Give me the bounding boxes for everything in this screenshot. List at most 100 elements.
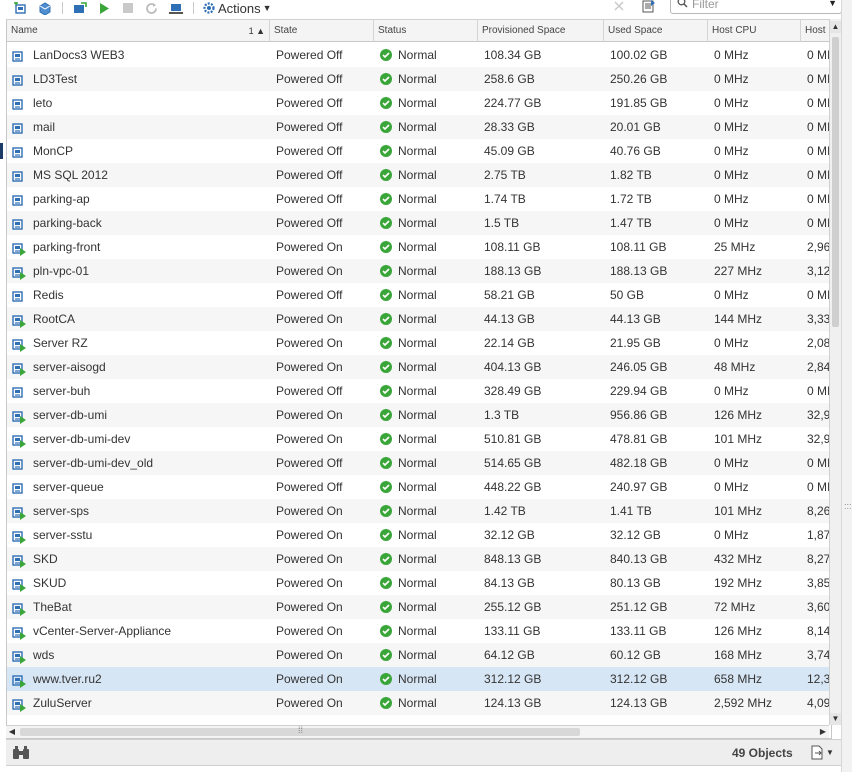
- vm-name-cell[interactable]: LD3Test: [7, 67, 270, 91]
- column-header-host-cpu[interactable]: Host CPU: [708, 20, 801, 42]
- vm-name-cell[interactable]: parking-back: [7, 211, 270, 235]
- vm-name-cell[interactable]: Redis: [7, 283, 270, 307]
- vm-name-cell[interactable]: mail: [7, 115, 270, 139]
- vm-name-cell[interactable]: SKD: [7, 547, 270, 571]
- column-header-used-space[interactable]: Used Space: [604, 20, 708, 42]
- vm-name-cell[interactable]: server-db-umi-dev_old: [7, 451, 270, 475]
- table-row[interactable]: server-sps Powered On Normal 1.42 TB 1.41 TB…: [7, 499, 831, 523]
- vm-name-cell[interactable]: parking-ap: [7, 187, 270, 211]
- vm-name-cell[interactable]: leto: [7, 91, 270, 115]
- provisioned-space: 32.12 GB: [484, 528, 535, 542]
- vm-name-cell[interactable]: server-sps: [7, 499, 270, 523]
- table-row[interactable]: Server RZ Powered On Normal 22.14 GB 21.95 G…: [7, 331, 831, 355]
- splitter-grip-icon[interactable]: :::: [844, 502, 852, 523]
- vm-name-cell[interactable]: RootCA: [7, 307, 270, 331]
- table-row[interactable]: server-db-umi Powered On Normal 1.3 TB 956.8…: [7, 403, 831, 427]
- filter-dropdown-icon[interactable]: ▼: [828, 0, 837, 8]
- export-button[interactable]: ▼: [810, 745, 834, 760]
- vertical-scroll-thumb[interactable]: [832, 37, 839, 327]
- table-row[interactable]: MonCP Powered Off Normal 45.09 GB 40.76 GB 0 …: [7, 139, 831, 163]
- table-row[interactable]: mail Powered Off Normal 28.33 GB 20.01 GB 0 M…: [7, 115, 831, 139]
- table-row[interactable]: server-db-umi-dev_old Powered Off Normal 51…: [7, 451, 831, 475]
- vm-name-cell[interactable]: wds: [7, 643, 270, 667]
- column-header-name[interactable]: Name 1 ▲: [7, 20, 270, 42]
- table-row[interactable]: pln-vpc-01 Powered On Normal 188.13 GB 188.1…: [7, 259, 831, 283]
- vm-name-cell[interactable]: ZuluServer: [7, 691, 270, 715]
- table-row[interactable]: Redis Powered Off Normal 58.21 GB 50 GB 0 MHz…: [7, 283, 831, 307]
- table-row[interactable]: parking-back Powered Off Normal 1.5 TB 1.47 …: [7, 211, 831, 235]
- scroll-up-icon[interactable]: ▲: [830, 21, 841, 33]
- vm-name-cell[interactable]: server-db-umi-dev: [7, 427, 270, 451]
- vm-status-cell: Normal: [374, 667, 478, 691]
- table-row[interactable]: RootCA Powered On Normal 44.13 GB 44.13 GB 14…: [7, 307, 831, 331]
- power-off-icon[interactable]: [119, 1, 137, 15]
- vm-name-cell[interactable]: server-sstu: [7, 523, 270, 547]
- provisioned-space: 258.6 GB: [484, 72, 535, 86]
- table-row[interactable]: SKUD Powered On Normal 84.13 GB 80.13 GB 192 …: [7, 571, 831, 595]
- vertical-scrollbar[interactable]: ▲ ▼: [829, 19, 841, 725]
- vm-name-cell[interactable]: server-db-umi: [7, 403, 270, 427]
- vm-name-cell[interactable]: pln-vpc-01: [7, 259, 270, 283]
- vm-status-cell: Normal: [374, 43, 478, 67]
- table-row[interactable]: www.tver.ru2 Powered On Normal 312.12 GB 312…: [7, 667, 831, 691]
- vm-icon: [11, 192, 27, 206]
- table-row[interactable]: TheBat Powered On Normal 255.12 GB 251.12 GB…: [7, 595, 831, 619]
- column-header-host[interactable]: Host: [801, 20, 831, 42]
- vm-name: vCenter-Server-Appliance: [33, 624, 172, 638]
- scroll-down-icon[interactable]: ▼: [830, 713, 841, 725]
- columns-icon[interactable]: [641, 0, 657, 16]
- table-row[interactable]: ZuluServer Powered On Normal 124.13 GB 124.1…: [7, 691, 831, 715]
- column-header-state[interactable]: State: [270, 20, 374, 42]
- table-row[interactable]: MS SQL 2012 Powered Off Normal 2.75 TB 1.82 …: [7, 163, 831, 187]
- reset-icon[interactable]: [143, 1, 161, 15]
- vm-name: parking-back: [33, 216, 102, 230]
- table-row[interactable]: server-db-umi-dev Powered On Normal 510.81 …: [7, 427, 831, 451]
- table-row[interactable]: server-aisogd Powered On Normal 404.13 GB 24…: [7, 355, 831, 379]
- vm-name-cell[interactable]: server-queue: [7, 475, 270, 499]
- table-row[interactable]: vCenter-Server-Appliance Powered On Normal…: [7, 619, 831, 643]
- table-row[interactable]: wds Powered On Normal 64.12 GB 60.12 GB 168 M…: [7, 643, 831, 667]
- used-space: 250.26 GB: [610, 72, 668, 86]
- table-row[interactable]: server-sstu Powered On Normal 32.12 GB 32.12…: [7, 523, 831, 547]
- binoculars-icon[interactable]: [12, 746, 30, 763]
- vm-name-cell[interactable]: server-aisogd: [7, 355, 270, 379]
- actions-menu[interactable]: Actions ▼: [202, 1, 272, 16]
- console-icon[interactable]: [167, 1, 185, 15]
- vm-name-cell[interactable]: LanDocs3 WEB3: [7, 43, 270, 67]
- table-row[interactable]: server-buh Powered Off Normal 328.49 GB 229.…: [7, 379, 831, 403]
- vm-name-cell[interactable]: vCenter-Server-Appliance: [7, 619, 270, 643]
- vm-name-cell[interactable]: server-buh: [7, 379, 270, 403]
- column-header-status[interactable]: Status: [374, 20, 478, 42]
- horizontal-scrollbar[interactable]: ◀ ⁞⁞ ▶: [6, 725, 829, 738]
- provisioned-space: 514.65 GB: [484, 456, 542, 470]
- migrate-icon[interactable]: [71, 1, 89, 15]
- deploy-template-icon[interactable]: [36, 1, 54, 15]
- table-row[interactable]: LD3Test Powered Off Normal 258.6 GB 250.26 G…: [7, 67, 831, 91]
- vm-name-cell[interactable]: Server RZ: [7, 331, 270, 355]
- column-header-provisioned-space[interactable]: Provisioned Space: [478, 20, 604, 42]
- vm-name-cell[interactable]: parking-front: [7, 235, 270, 259]
- vm-powered-on-icon: [11, 240, 27, 256]
- scroll-right-icon[interactable]: ▶: [817, 726, 829, 738]
- filter-box[interactable]: ▼: [670, 0, 842, 14]
- vm-name-cell[interactable]: MonCP: [7, 139, 270, 163]
- vm-name-cell[interactable]: TheBat: [7, 595, 270, 619]
- scroll-left-icon[interactable]: ◀: [6, 726, 18, 738]
- power-on-icon[interactable]: [95, 1, 113, 15]
- table-row[interactable]: LanDocs3 WEB3 Powered Off Normal 108.34 GB 1…: [7, 43, 831, 67]
- vm-status: Normal: [398, 576, 437, 590]
- vm-status: Normal: [398, 648, 437, 662]
- table-row[interactable]: leto Powered Off Normal 224.77 GB 191.85 GB 0…: [7, 91, 831, 115]
- table-row[interactable]: parking-ap Powered Off Normal 1.74 TB 1.72 T…: [7, 187, 831, 211]
- vm-name-cell[interactable]: SKUD: [7, 571, 270, 595]
- used-space: 21.95 GB: [610, 336, 661, 350]
- filter-input[interactable]: [692, 0, 820, 11]
- clear-filter-icon[interactable]: [613, 0, 629, 16]
- new-vm-icon[interactable]: [12, 1, 30, 15]
- table-row[interactable]: server-queue Powered Off Normal 448.22 GB 24…: [7, 475, 831, 499]
- vm-name-cell[interactable]: www.tver.ru2: [7, 667, 270, 691]
- vm-powered-on-icon: [11, 696, 27, 712]
- table-row[interactable]: SKD Powered On Normal 848.13 GB 840.13 GB 432…: [7, 547, 831, 571]
- vm-name-cell[interactable]: MS SQL 2012: [7, 163, 270, 187]
- table-row[interactable]: parking-front Powered On Normal 108.11 GB 10…: [7, 235, 831, 259]
